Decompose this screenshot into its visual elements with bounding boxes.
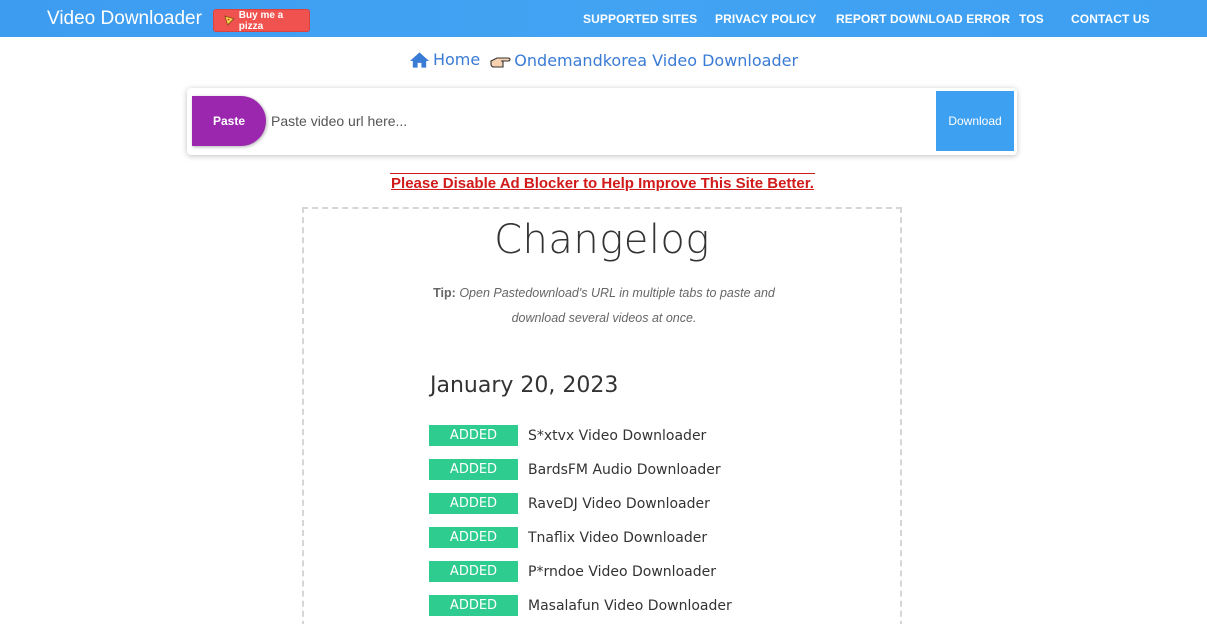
entry-label[interactable]: RaveDJ Video Downloader xyxy=(528,496,710,512)
top-navbar: Video Downloader Buy me a pizza SUPPORTE… xyxy=(0,0,1207,37)
list-item: ADDED BardsFM Audio Downloader xyxy=(429,459,721,480)
list-item: ADDED P*rndoe Video Downloader xyxy=(429,561,716,582)
nav-tos[interactable]: TOS xyxy=(1019,12,1044,26)
entry-label[interactable]: P*rndoe Video Downloader xyxy=(528,564,716,580)
added-badge: ADDED xyxy=(429,425,518,446)
changelog-date: January 20, 2023 xyxy=(430,373,619,398)
breadcrumb-home[interactable]: Home xyxy=(409,50,480,69)
video-url-input[interactable] xyxy=(271,107,831,135)
entry-label[interactable]: Masalafun Video Downloader xyxy=(528,598,732,614)
list-item: ADDED S*xtvx Video Downloader xyxy=(429,425,706,446)
pointing-hand-icon xyxy=(490,56,511,68)
changelog-panel: Changelog Tip: Open Pastedownload's URL … xyxy=(302,207,902,624)
download-button[interactable]: Download xyxy=(936,91,1014,151)
paste-button[interactable]: Paste xyxy=(192,96,266,146)
pizza-icon xyxy=(224,15,235,26)
entry-label[interactable]: Tnaflix Video Downloader xyxy=(528,530,707,546)
added-badge: ADDED xyxy=(429,527,518,548)
nav-report-download-error[interactable]: REPORT DOWNLOAD ERROR xyxy=(836,12,1010,26)
buy-pizza-label: Buy me a pizza xyxy=(238,9,284,32)
url-search-card: Paste Download xyxy=(187,88,1017,155)
tip-text: Tip: Open Pastedownload's URL in multipl… xyxy=(424,281,784,331)
brand-logo-text[interactable]: Video Downloader xyxy=(47,8,202,30)
changelog-title: Changelog xyxy=(494,217,710,263)
home-icon xyxy=(409,51,429,68)
nav-privacy-policy[interactable]: PRIVACY POLICY xyxy=(715,12,817,26)
entry-label[interactable]: S*xtvx Video Downloader xyxy=(528,428,706,444)
list-item: ADDED Masalafun Video Downloader xyxy=(429,595,732,616)
nav-contact-us[interactable]: CONTACT US xyxy=(1071,12,1150,26)
added-badge: ADDED xyxy=(429,459,518,480)
ad-blocker-notice: Please Disable Ad Blocker to Help Improv… xyxy=(390,173,815,192)
list-item: ADDED Tnaflix Video Downloader xyxy=(429,527,707,548)
list-item: ADDED RaveDJ Video Downloader xyxy=(429,493,710,514)
tip-body: Open Pastedownload's URL in multiple tab… xyxy=(459,286,775,325)
added-badge: ADDED xyxy=(429,595,518,616)
nav-supported-sites[interactable]: SUPPORTED SITES xyxy=(583,12,697,26)
tip-label: Tip: xyxy=(433,286,456,300)
breadcrumb-current: Ondemandkorea Video Downloader xyxy=(485,51,798,70)
breadcrumb-current-label: Ondemandkorea Video Downloader xyxy=(514,51,799,70)
breadcrumb: Home Ondemandkorea Video Downloader xyxy=(0,50,1207,73)
buy-pizza-button[interactable]: Buy me a pizza xyxy=(213,9,310,32)
added-badge: ADDED xyxy=(429,561,518,582)
breadcrumb-home-label: Home xyxy=(432,50,481,69)
added-badge: ADDED xyxy=(429,493,518,514)
entry-label[interactable]: BardsFM Audio Downloader xyxy=(528,462,721,478)
